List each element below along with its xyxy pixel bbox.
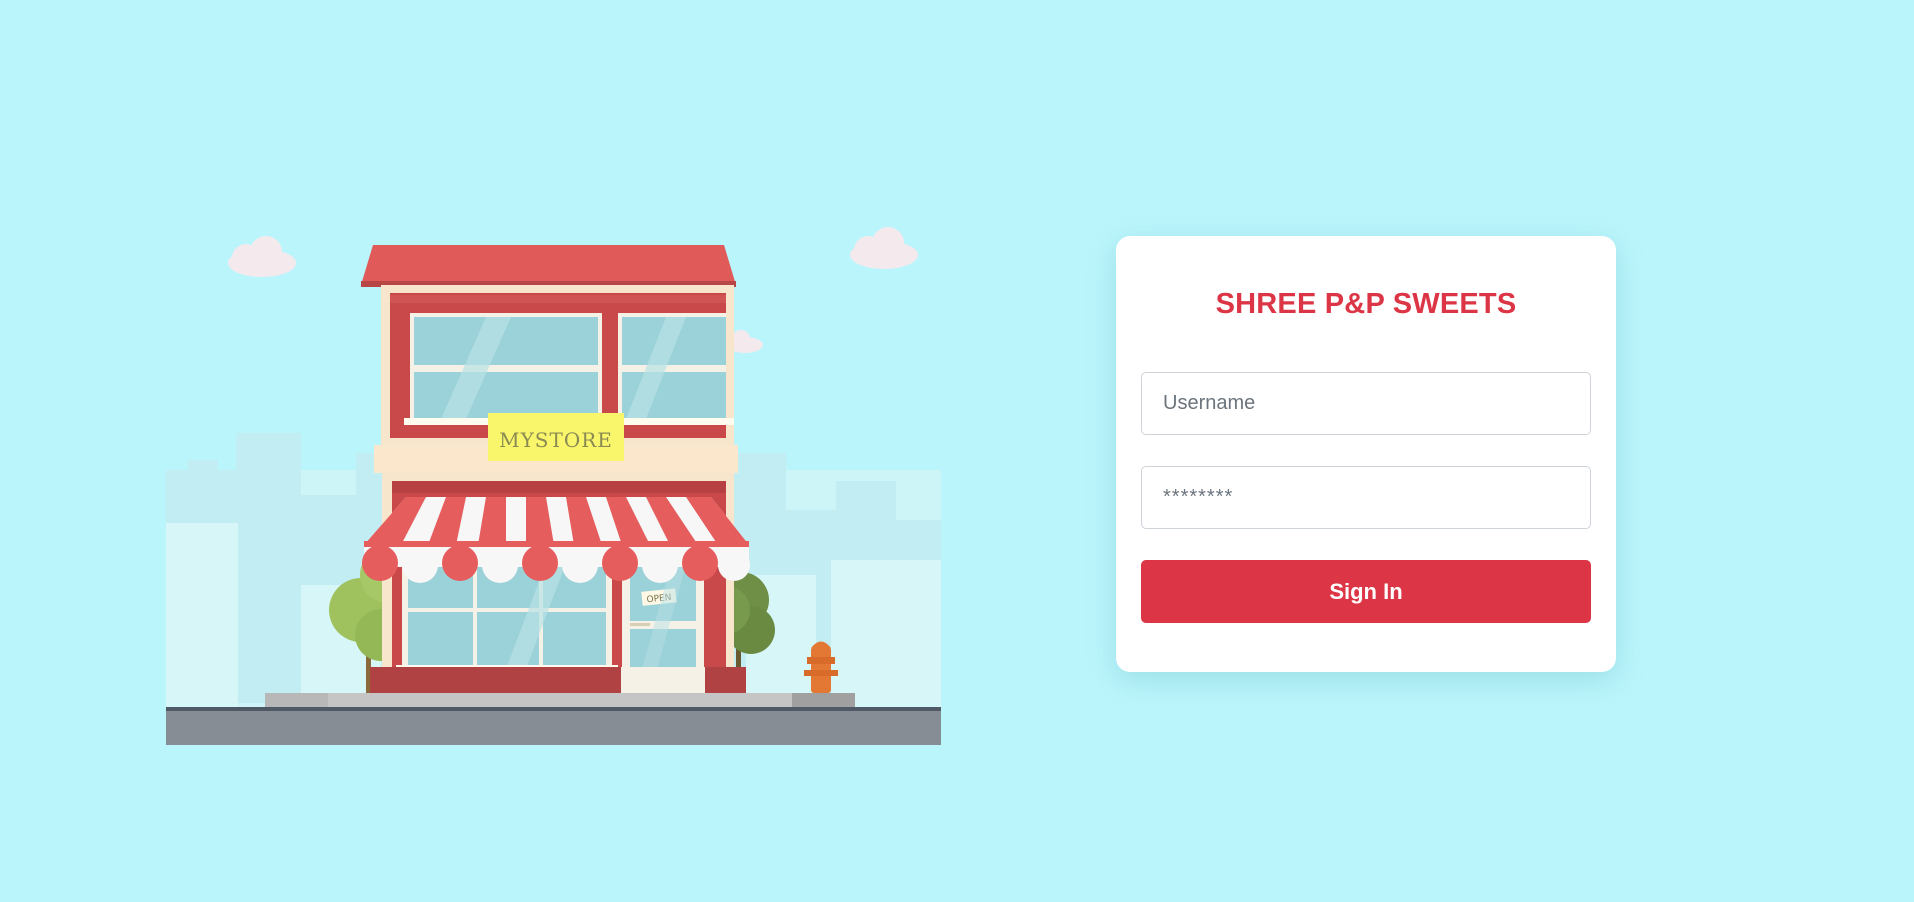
login-page: MYSTORE OPEN SHREE P&P SWEETS Username S… xyxy=(0,0,1914,902)
storefront-illustration: MYSTORE OPEN xyxy=(166,225,941,745)
login-card: SHREE P&P SWEETS Sign In xyxy=(1116,236,1616,672)
password-input[interactable] xyxy=(1141,466,1591,529)
awning xyxy=(362,497,750,583)
store-sign-text: MYSTORE xyxy=(499,428,613,452)
cloud-icon xyxy=(850,227,918,269)
sign-in-button[interactable]: Sign In xyxy=(1141,560,1591,623)
username-input[interactable] xyxy=(1141,372,1591,435)
cloud-icon xyxy=(228,236,296,277)
store-title: SHREE P&P SWEETS xyxy=(1215,288,1517,320)
